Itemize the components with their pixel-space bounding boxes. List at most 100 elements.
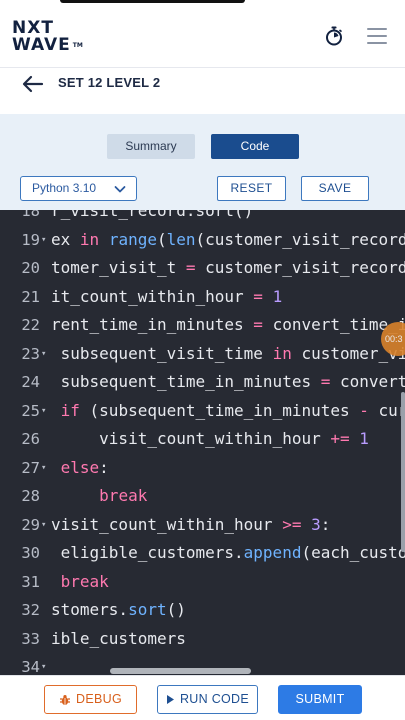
- bug-icon: [60, 694, 71, 705]
- code-token: stomers.: [51, 600, 129, 619]
- code-line[interactable]: 24 subsequent_time_in_minutes = convert_: [0, 368, 405, 396]
- line-number: 19: [21, 230, 40, 249]
- title-bar: SET 12 LEVEL 2: [0, 69, 405, 114]
- line-number: 25: [21, 401, 40, 420]
- fold-chevron-icon[interactable]: ▾: [41, 454, 51, 483]
- code-line[interactable]: 29 ▾ visit_count_within_hour >= 3:: [0, 511, 405, 539]
- code-token: ex: [51, 229, 80, 249]
- tab-summary[interactable]: Summary: [107, 134, 195, 159]
- logo-tm: TM: [72, 42, 83, 49]
- code-token: -: [359, 400, 369, 420]
- save-button[interactable]: SAVE: [301, 176, 369, 201]
- code-token: =: [185, 258, 196, 277]
- line-code: ible_customers: [51, 625, 186, 654]
- code-token: (customer_visit_record): [195, 229, 405, 249]
- code-token: visit_count_within_hour: [51, 429, 331, 448]
- line-number: 21: [21, 287, 40, 306]
- reset-button[interactable]: RESET: [217, 176, 286, 201]
- code-token: 1: [359, 429, 369, 448]
- submit-button[interactable]: SUBMIT: [278, 685, 362, 714]
- code-line[interactable]: 20 tomer_visit_t = customer_visit_record[: [0, 254, 405, 282]
- line-number: 29: [21, 515, 40, 534]
- code-editor[interactable]: 18 r_visit_record.sort() 19 ▾ ex in range(le…: [0, 210, 405, 675]
- app-header: NXT WAVE TM: [0, 8, 405, 68]
- code-token: >=: [282, 514, 302, 534]
- code-token: else: [60, 457, 100, 477]
- logo-line-2: WAVE: [12, 35, 71, 55]
- status-bar: [0, 0, 405, 8]
- fold-chevron-icon[interactable]: ▾: [41, 340, 51, 369]
- code-line[interactable]: 33 ible_customers: [0, 625, 405, 653]
- controls-panel: Summary Code Python 3.10 RESET SAVE: [0, 114, 405, 210]
- run-code-button[interactable]: RUN CODE: [157, 685, 258, 714]
- code-token: (): [166, 600, 186, 619]
- nxtwave-logo[interactable]: NXT WAVE TM: [12, 20, 83, 54]
- code-token: 1: [272, 286, 283, 306]
- code-token: :: [320, 514, 331, 534]
- fold-chevron-icon[interactable]: ▾: [41, 226, 51, 255]
- debug-button[interactable]: DEBUG: [44, 685, 137, 714]
- back-arrow-icon[interactable]: [22, 75, 44, 93]
- code-token: len: [166, 229, 196, 249]
- hamburger-menu-icon[interactable]: [367, 28, 387, 44]
- fold-chevron-icon[interactable]: ▾: [41, 653, 51, 675]
- line-code: ex in range(len(customer_visit_record): [51, 226, 405, 255]
- code-token: (each_custom: [301, 543, 405, 562]
- line-number: 18: [21, 210, 40, 220]
- line-number: 33: [21, 629, 40, 648]
- code-line[interactable]: 19 ▾ ex in range(len(customer_visit_record…: [0, 226, 405, 254]
- code-line[interactable]: 26 visit_count_within_hour += 1: [0, 425, 405, 453]
- line-code: visit_count_within_hour += 1: [51, 425, 369, 454]
- stopwatch-icon[interactable]: [324, 26, 344, 46]
- debug-label: DEBUG: [76, 692, 122, 706]
- code-line[interactable]: 25 ▾ if (subsequent_time_in_minutes - cur: [0, 397, 405, 425]
- fold-chevron-icon[interactable]: ▾: [41, 397, 51, 426]
- code-token: (subsequent_time_in_minutes: [79, 400, 360, 420]
- code-token: =: [253, 315, 263, 334]
- code-line[interactable]: 21 it_count_within_hour = 1: [0, 283, 405, 311]
- code-token: (: [156, 229, 167, 249]
- code-line[interactable]: 18 r_visit_record.sort(): [0, 210, 405, 225]
- line-code: r_visit_record.sort(): [51, 210, 253, 226]
- fold-chevron-icon[interactable]: ▾: [41, 511, 51, 540]
- code-token: rent_time_in_minutes: [51, 315, 254, 334]
- code-line[interactable]: 32 stomers.sort(): [0, 596, 405, 624]
- status-bar-notch: [60, 0, 245, 3]
- language-select[interactable]: Python 3.10: [20, 176, 137, 201]
- line-number: 28: [21, 487, 40, 505]
- code-token: range: [108, 229, 157, 249]
- code-token: customer_visit_record[: [195, 258, 405, 277]
- code-line[interactable]: 30 eligible_customers.append(each_custom: [0, 539, 405, 567]
- line-code: break: [51, 482, 147, 511]
- editor-vertical-scrollbar[interactable]: [401, 392, 405, 552]
- line-code: eligible_customers.append(each_custom: [51, 539, 405, 568]
- line-number: 34: [21, 658, 40, 675]
- line-code: if (subsequent_time_in_minutes - cur: [51, 397, 405, 426]
- line-code: subsequent_time_in_minutes = convert_: [51, 368, 405, 397]
- code-token: ible_customers: [51, 628, 186, 648]
- code-line[interactable]: 22 rent_time_in_minutes = convert_time_in: [0, 311, 405, 339]
- editor-horizontal-scrollbar[interactable]: [110, 668, 251, 674]
- line-code: stomers.sort(): [51, 596, 186, 625]
- code-token: visit_count_within_hour: [51, 514, 283, 534]
- code-token: append: [243, 543, 302, 562]
- line-code: it_count_within_hour = 1: [51, 283, 282, 312]
- line-code: rent_time_in_minutes = convert_time_in: [51, 311, 405, 340]
- line-number: 32: [21, 601, 40, 619]
- code-token: eligible_customers.: [51, 543, 244, 562]
- code-token: break: [99, 486, 148, 505]
- chevron-down-icon: [114, 186, 126, 193]
- code-line[interactable]: 27 ▾ else:: [0, 454, 405, 482]
- code-line[interactable]: 28 break: [0, 482, 405, 510]
- code-line[interactable]: 23▾ subsequent_visit_time in customer_vi…: [0, 340, 405, 368]
- code-line[interactable]: 31 break: [0, 568, 405, 596]
- line-number: 23: [21, 344, 40, 363]
- line-number: 27: [21, 458, 40, 477]
- tab-code[interactable]: Code: [211, 134, 299, 159]
- line-number: 24: [21, 373, 40, 391]
- line-code: tomer_visit_t = customer_visit_record[: [51, 254, 405, 283]
